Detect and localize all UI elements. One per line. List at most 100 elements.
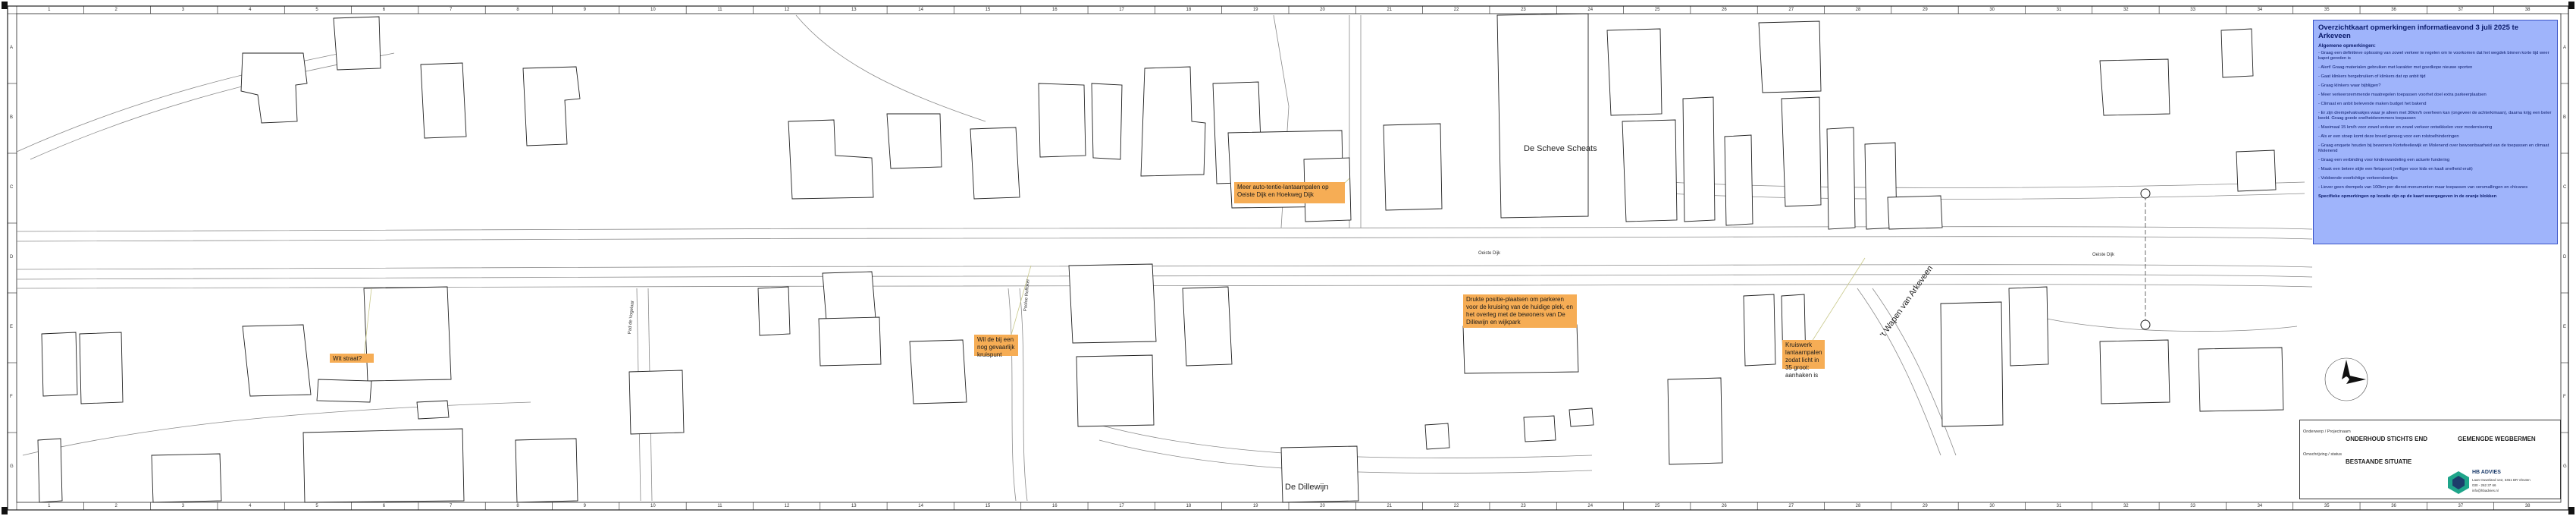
building — [628, 370, 685, 435]
building — [1462, 324, 1579, 374]
summary-item: - Voldoende voorlichtige verkeersbordjes — [2318, 176, 2398, 181]
grid-column-label: 26 — [1722, 8, 1727, 12]
project-name: ONDERHOUD STICHTS END — [2346, 436, 2428, 442]
grid-column-label: 18 — [1186, 504, 1192, 508]
building — [1424, 423, 1450, 450]
grid-row-label: G — [10, 464, 14, 469]
grid-column-label: 2 — [114, 504, 118, 508]
grid-column-label: 3 — [181, 8, 185, 12]
grid-column-label: 10 — [650, 8, 656, 12]
grid-column-label: 35 — [2324, 504, 2330, 508]
grid-column-label: 18 — [1186, 8, 1192, 12]
building — [1068, 263, 1157, 344]
building — [522, 66, 581, 146]
grid-column-label: 16 — [1051, 8, 1058, 12]
north-arrow — [2324, 357, 2368, 401]
grid-row-label: A — [10, 46, 14, 50]
grid-row-label: B — [10, 115, 14, 120]
grid-column-label: 29 — [1923, 8, 1928, 12]
grid-column-label: 25 — [1654, 8, 1660, 12]
road-edge — [1019, 288, 1028, 502]
summary-item: - Graag een definitieve oplossing van zo… — [2318, 51, 2549, 61]
note-straat: Wit straat? — [330, 354, 374, 363]
grid-row-label: E — [10, 325, 14, 329]
building — [1724, 134, 1753, 226]
grid-column-label: 36 — [2391, 504, 2396, 508]
grid-column-label: 21 — [1387, 504, 1393, 508]
corner-mark — [2568, 507, 2574, 514]
section-marker — [2140, 188, 2151, 199]
grid-column-label: 31 — [2056, 504, 2062, 508]
building — [2099, 339, 2170, 404]
building — [822, 271, 876, 321]
corner-mark — [2, 507, 8, 514]
grid-row-label: C — [10, 185, 14, 190]
building — [79, 332, 124, 404]
grid-column-label: 33 — [2190, 8, 2195, 12]
building — [316, 379, 372, 403]
building — [2236, 149, 2277, 192]
company-logo-icon — [2448, 471, 2469, 494]
grid-column-label: 12 — [784, 504, 790, 508]
grid-column-label: 19 — [1252, 504, 1258, 508]
grid-column-label: 30 — [1989, 504, 1995, 508]
grid-column-label: 20 — [1320, 504, 1325, 508]
grid-column-label: 37 — [2458, 504, 2464, 508]
building — [41, 332, 78, 397]
building — [909, 339, 967, 404]
grid-column-label: 5 — [315, 8, 318, 12]
grid-column-label: 30 — [1989, 8, 1995, 12]
title-block: Onderwerp / Projectnaam ONDERHOUD STICHT… — [2299, 420, 2561, 499]
grid-column-label: 16 — [1051, 504, 1058, 508]
building — [2099, 58, 2170, 116]
summary-item: - Gaat klinkers hergebruiken of klinkers… — [2318, 74, 2426, 79]
summary-item: - Als er een stoep komt deze breed genoe… — [2318, 134, 2459, 139]
building — [2198, 347, 2284, 412]
building — [1940, 301, 2004, 427]
grid-column-label: 19 — [1252, 8, 1258, 12]
building — [757, 286, 791, 336]
road-edge — [2046, 318, 2298, 332]
grid-column-label: 7 — [450, 504, 453, 508]
building — [2220, 28, 2254, 78]
grid-column-label: 14 — [918, 8, 923, 12]
buildings — [37, 13, 2284, 503]
summary-item: - Er zijn drempelvakvakjes waar je allee… — [2318, 111, 2552, 121]
grid-column-label: 23 — [1521, 8, 1526, 12]
grid-row-label: A — [2563, 46, 2567, 50]
grid-column-label: 15 — [985, 8, 991, 12]
building — [1622, 119, 1678, 222]
building — [242, 324, 312, 397]
street-label-dillewijn: De Dillewijn — [1285, 483, 1329, 492]
road-edge — [16, 236, 2313, 242]
company-block: HB ADVIES Laan Ouweland 142, 3451 BR Vle… — [2448, 468, 2558, 497]
sheet-title: GEMENGDE WEGBERMEN — [2458, 436, 2536, 442]
building — [420, 62, 467, 139]
building — [970, 127, 1020, 200]
grid-column-label: 38 — [2524, 8, 2531, 12]
note-lantaarnpalen: Meer auto-tentie-lantaarnpalen op Oeiste… — [1234, 182, 1345, 203]
company-email: info@hbadvies.nl — [2472, 489, 2499, 492]
grid-column-label: 27 — [1788, 504, 1794, 508]
grid-column-label: 32 — [2123, 504, 2129, 508]
road-edge — [1667, 193, 2305, 200]
grid-column-label: 22 — [1453, 8, 1459, 12]
corner-mark — [2, 2, 8, 9]
grid-column-label: 12 — [784, 8, 790, 12]
building — [1140, 66, 1206, 177]
map-canvas — [2, 2, 2574, 514]
grid-row-label: F — [2563, 395, 2566, 399]
grid-column-label: 25 — [1654, 504, 1660, 508]
grid-column-label: 33 — [2190, 504, 2195, 508]
grid-column-label: 13 — [851, 8, 857, 12]
grid-column-label: 17 — [1119, 8, 1124, 12]
summary-item: - Meer verkeersremmende maatregelen toep… — [2318, 93, 2487, 97]
grid-column-label: 24 — [1587, 8, 1594, 12]
grid-column-label: 22 — [1453, 504, 1459, 508]
note-kruiswerk: Kruiswerk lantaarnpalen zodat licht in 3… — [1782, 340, 1825, 379]
building — [1182, 286, 1233, 367]
building — [1038, 83, 1086, 158]
building — [240, 52, 308, 124]
building — [1383, 123, 1443, 211]
building — [1606, 28, 1662, 116]
